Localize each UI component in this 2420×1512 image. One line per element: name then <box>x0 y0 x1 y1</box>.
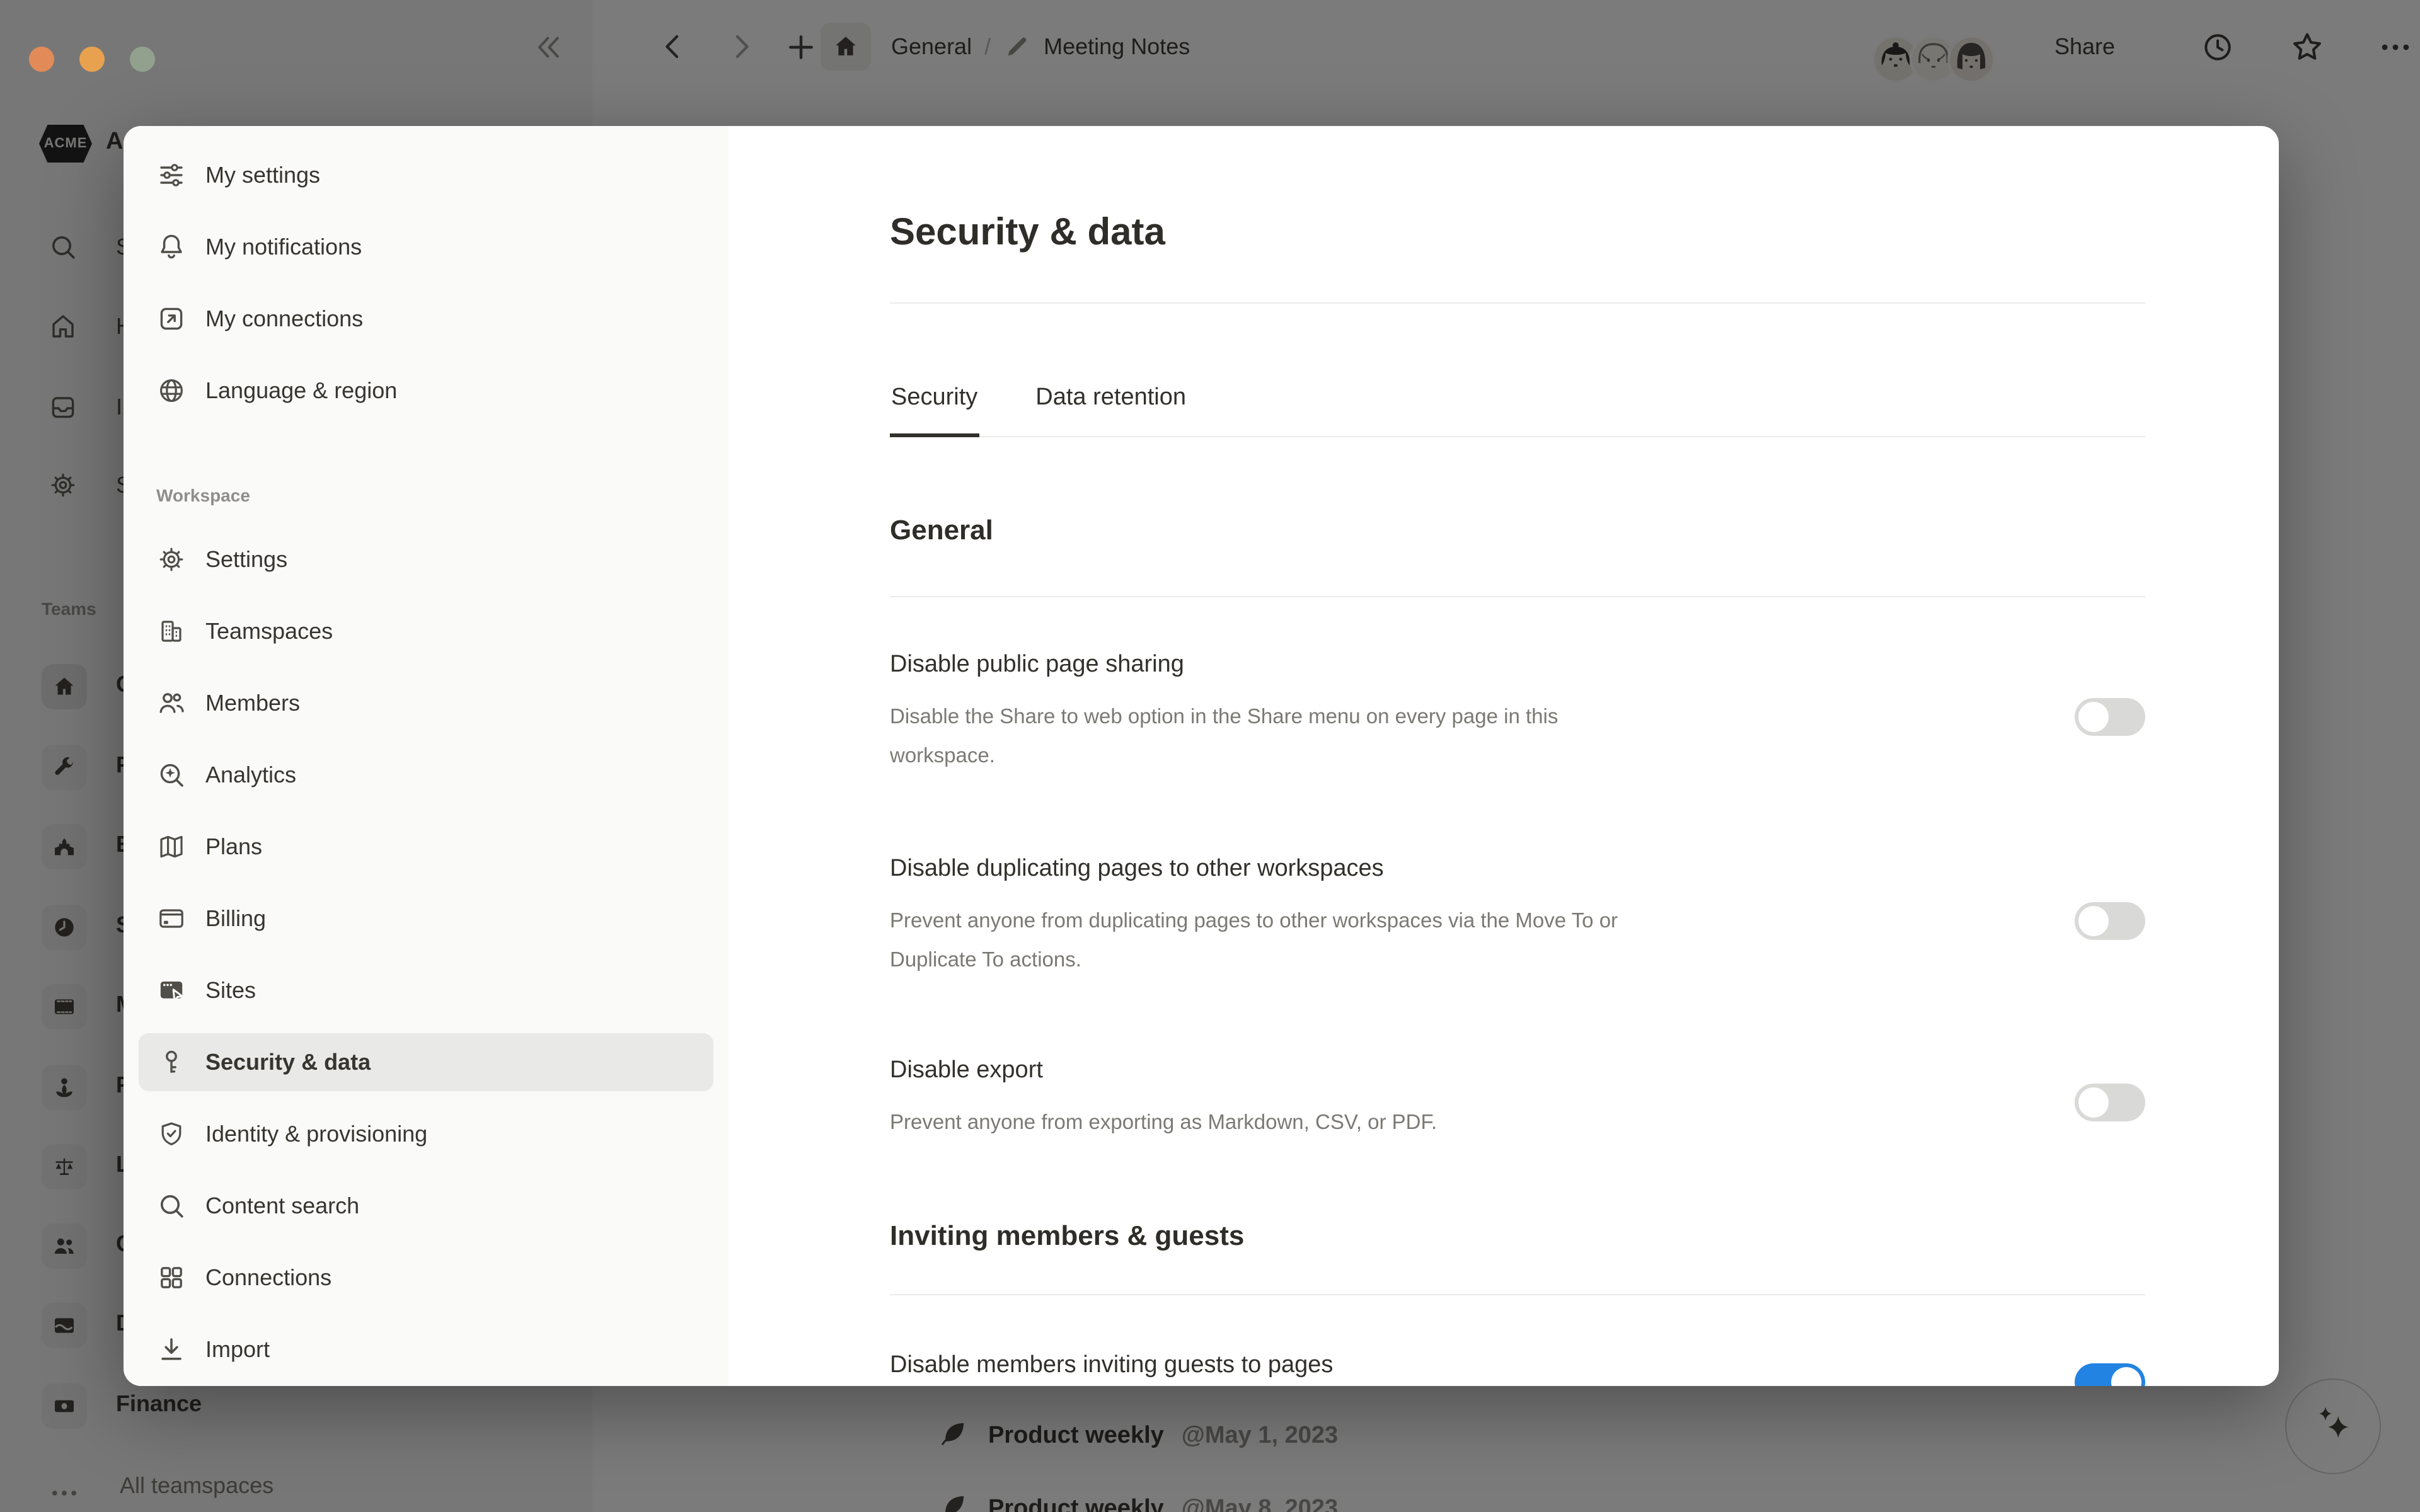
nav-item-import[interactable]: Import <box>139 1320 713 1378</box>
analytics-icon <box>156 760 187 790</box>
nav-item-teamspaces[interactable]: Teamspaces <box>139 602 713 660</box>
toggle-disable-export[interactable] <box>2075 1084 2145 1121</box>
members-icon <box>156 688 187 718</box>
macos-close-button[interactable] <box>29 47 54 72</box>
toggle-disable-duplicating-pages[interactable] <box>2075 902 2145 940</box>
shield-check-icon <box>156 1119 187 1149</box>
map-icon <box>156 832 187 862</box>
grid-icon <box>156 1263 187 1293</box>
tab-security[interactable]: Security <box>890 369 979 437</box>
tab-data-retention[interactable]: Data retention <box>1034 369 1187 436</box>
workspace-section-header: Workspace <box>156 485 711 505</box>
settings-nav: My settings My notifications My connecti… <box>124 126 729 1386</box>
nav-item-members[interactable]: Members <box>139 674 713 732</box>
nav-item-my-notifications[interactable]: My notifications <box>139 218 713 276</box>
section-header-inviting: Inviting members & guests <box>890 1216 2145 1256</box>
key-icon <box>156 1047 187 1077</box>
toggle-disable-public-page-sharing[interactable] <box>2075 698 2145 736</box>
gear-icon <box>156 544 187 575</box>
setting-description: Prevent anyone from exporting as Markdow… <box>890 1104 1437 1143</box>
nav-item-connections[interactable]: Connections <box>139 1249 713 1307</box>
tab-bar: Security Data retention <box>890 369 2145 437</box>
setting-title: Disable export <box>890 1051 1437 1091</box>
credit-card-icon <box>156 903 187 934</box>
settings-modal: My settings My notifications My connecti… <box>124 126 2279 1386</box>
nav-item-plans[interactable]: Plans <box>139 818 713 876</box>
setting-title: Disable public page sharing <box>890 645 1621 685</box>
sliders-icon <box>156 160 187 190</box>
toggle-disable-members-inviting-guests[interactable] <box>2075 1363 2145 1386</box>
setting-row-inviting-guests: Disable members inviting guests to pages <box>890 1346 2145 1386</box>
nav-item-my-connections[interactable]: My connections <box>139 290 713 348</box>
setting-title: Disable duplicating pages to other works… <box>890 849 1621 890</box>
nav-item-identity-provisioning[interactable]: Identity & provisioning <box>139 1105 713 1163</box>
setting-row-public-sharing: Disable public page sharing Disable the … <box>890 645 2145 776</box>
setting-title: Disable members inviting guests to pages <box>890 1346 1333 1386</box>
setting-row-export: Disable export Prevent anyone from expor… <box>890 1051 2145 1143</box>
buildings-icon <box>156 616 187 646</box>
macos-minimize-button[interactable] <box>79 47 105 72</box>
section-header-general: General <box>890 510 2145 551</box>
arrow-box-icon <box>156 304 187 334</box>
divider <box>890 302 2145 304</box>
search-icon <box>156 1191 187 1221</box>
nav-item-analytics[interactable]: Analytics <box>139 746 713 804</box>
nav-item-language-region[interactable]: Language & region <box>139 362 713 420</box>
settings-content: Security & data Security Data retention … <box>729 126 2279 1386</box>
divider <box>890 596 2145 597</box>
setting-row-duplicating-pages: Disable duplicating pages to other works… <box>890 849 2145 980</box>
notion-app: General / Meeting Notes Share <box>0 0 2420 1512</box>
setting-description: Disable the Share to web option in the S… <box>890 698 1621 776</box>
nav-item-security-data[interactable]: Security & data <box>139 1033 713 1091</box>
setting-description: Prevent anyone from duplicating pages to… <box>890 902 1621 980</box>
nav-item-sites[interactable]: Sites <box>139 961 713 1019</box>
globe-icon <box>156 375 187 406</box>
page-title: Security & data <box>890 207 2145 260</box>
bell-icon <box>156 232 187 262</box>
nav-item-settings[interactable]: Settings <box>139 530 713 588</box>
sites-icon <box>156 975 187 1005</box>
nav-item-content-search[interactable]: Content search <box>139 1177 713 1235</box>
nav-item-my-settings[interactable]: My settings <box>139 146 713 204</box>
divider <box>890 1294 2145 1295</box>
macos-zoom-button[interactable] <box>130 47 155 72</box>
nav-item-billing[interactable]: Billing <box>139 890 713 948</box>
import-icon <box>156 1334 187 1365</box>
